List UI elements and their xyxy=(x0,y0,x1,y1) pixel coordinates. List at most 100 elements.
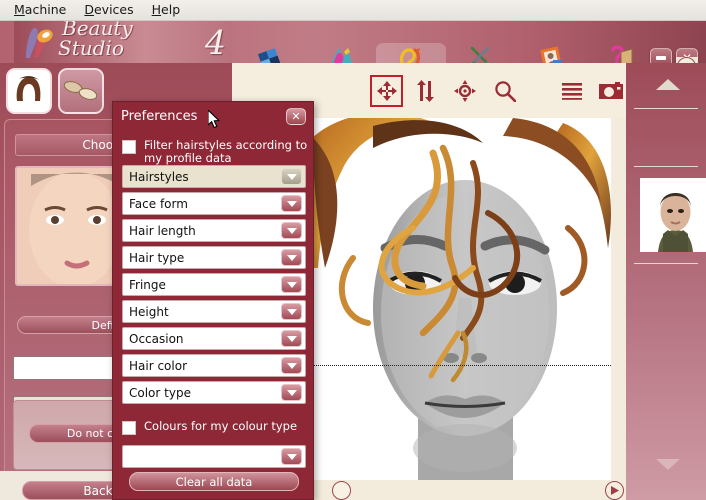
filter-hairstyles-checkbox-row[interactable]: Filter hairstyles according to my profil… xyxy=(122,139,308,165)
combo-label: Fringe xyxy=(123,278,281,292)
chevron-down-icon[interactable] xyxy=(656,459,680,470)
combo-label: Face form xyxy=(123,197,281,211)
scroll-right-button[interactable] xyxy=(605,481,624,500)
combo-label: Hairstyles xyxy=(123,170,281,184)
topnav-item-tools[interactable]: Tools xyxy=(446,43,516,63)
combo-hair-type[interactable]: Hair type xyxy=(122,246,306,269)
main-image-canvas[interactable] xyxy=(310,118,611,487)
menu-mnemonic: D xyxy=(84,2,94,17)
selection-tabs xyxy=(6,68,104,114)
chevron-down-icon[interactable] xyxy=(281,222,302,239)
top-navigation: Project Profile xyxy=(236,42,656,63)
profile-icon xyxy=(326,44,356,63)
print-icon xyxy=(536,44,566,63)
crosshair-target-icon xyxy=(454,80,476,102)
styled-portrait-image xyxy=(313,118,611,487)
up-down-arrows-icon xyxy=(416,80,436,102)
chevron-down-icon[interactable] xyxy=(281,168,302,185)
menu-label: elp xyxy=(161,2,180,17)
zoom-tool[interactable] xyxy=(490,77,519,105)
chevron-down-icon[interactable] xyxy=(281,249,302,266)
combo-fringe[interactable]: Fringe xyxy=(122,273,306,296)
minimize-glyph xyxy=(656,56,666,60)
close-glyph: ✕ xyxy=(291,110,300,123)
flip-tool[interactable] xyxy=(411,77,440,105)
help-icon xyxy=(606,44,636,63)
glasses-tab[interactable] xyxy=(58,68,104,114)
menu-mnemonic: H xyxy=(152,2,161,17)
right-panel xyxy=(626,63,706,500)
colours-for-colour-type-label: Colours for my colour type xyxy=(144,420,297,433)
filter-hairstyles-label: Filter hairstyles according to my profil… xyxy=(144,139,308,165)
hairstyle-thumbnail-icon xyxy=(9,71,49,111)
chevron-down-icon[interactable] xyxy=(281,357,302,374)
application-window: Machine Devices Help Beauty Studio 4 xyxy=(0,0,706,500)
brand-logo-strip: Beauty Studio 4 xyxy=(14,21,232,63)
combo-hair-color[interactable]: Hair color xyxy=(122,354,306,377)
chevron-down-icon[interactable] xyxy=(281,195,302,212)
magnifier-icon xyxy=(494,80,516,102)
portrait-thumbnail-image xyxy=(640,178,706,252)
horizontal-scroll-thumb[interactable] xyxy=(332,481,351,500)
menubar: Machine Devices Help xyxy=(0,0,706,21)
portrait-thumbnail[interactable] xyxy=(640,178,706,252)
menu-mnemonic: M xyxy=(14,2,25,17)
chevron-down-icon[interactable] xyxy=(281,303,302,320)
chevron-down-icon[interactable] xyxy=(281,448,302,465)
colours-for-colour-type-checkbox[interactable] xyxy=(122,421,136,435)
combo-colour-palette[interactable] xyxy=(122,445,306,468)
combo-occasion[interactable]: Occasion xyxy=(122,327,306,350)
beauty-studio-logo-icon xyxy=(20,24,58,62)
chevron-down-icon[interactable] xyxy=(281,384,302,401)
menu-label: achine xyxy=(25,2,67,17)
combo-label: Hair length xyxy=(123,224,281,238)
divider xyxy=(634,166,698,167)
combo-label: Height xyxy=(123,305,281,319)
menu-item-help[interactable]: Help xyxy=(144,0,189,20)
minimize-button[interactable] xyxy=(650,48,672,63)
styling-icon xyxy=(396,44,426,63)
brand-version-number: 4 xyxy=(205,23,226,62)
topnav-item-print[interactable]: Print xyxy=(516,43,586,63)
combo-face-form[interactable]: Face form xyxy=(122,192,306,215)
hairstyle-tab[interactable] xyxy=(6,68,52,114)
combo-color-type[interactable]: Color type xyxy=(122,381,306,404)
combo-label: Hair type xyxy=(123,251,281,265)
combo-label: Occasion xyxy=(123,332,281,346)
colours-for-colour-type-checkbox-row[interactable]: Colours for my colour type xyxy=(122,420,308,435)
center-tool[interactable] xyxy=(451,77,480,105)
dialog-close-button[interactable]: ✕ xyxy=(286,108,306,125)
move-tool[interactable] xyxy=(372,77,401,105)
topnav-item-profile[interactable]: Profile xyxy=(306,43,376,63)
arrow-right-icon xyxy=(611,486,619,495)
tools-icon xyxy=(466,44,496,63)
preferences-dialog: Preferences ✕ Filter hairstyles accordin… xyxy=(112,101,314,500)
combo-label: Hair color xyxy=(123,359,281,373)
camera-icon xyxy=(599,82,623,100)
combo-hairstyles[interactable]: Hairstyles xyxy=(122,165,306,188)
menu-label: evices xyxy=(94,2,134,17)
menu-item-devices[interactable]: Devices xyxy=(76,0,141,20)
title-band: Beauty Studio 4 Project xyxy=(0,21,706,63)
divider xyxy=(634,263,698,264)
combo-height[interactable]: Height xyxy=(122,300,306,323)
chevron-up-icon[interactable] xyxy=(656,79,680,90)
move-arrows-icon xyxy=(376,80,398,102)
divider xyxy=(634,108,698,109)
chevron-down-icon[interactable] xyxy=(281,330,302,347)
combo-label: Color type xyxy=(123,386,281,400)
chevron-down-icon[interactable] xyxy=(281,276,302,293)
hamburger-menu-icon xyxy=(561,82,583,100)
topnav-item-help[interactable]: Help xyxy=(586,43,656,63)
dialog-title: Preferences xyxy=(121,109,197,124)
camera-tool[interactable] xyxy=(597,77,626,105)
filter-hairstyles-checkbox[interactable] xyxy=(122,140,136,154)
alignment-guide-line xyxy=(310,365,611,366)
combo-hair-length[interactable]: Hair length xyxy=(122,219,306,242)
menu-tool[interactable] xyxy=(557,77,586,105)
project-icon xyxy=(256,44,286,63)
topnav-item-styling[interactable]: Styling xyxy=(376,43,446,63)
topnav-item-project[interactable]: Project xyxy=(236,43,306,63)
menu-item-machine[interactable]: Machine xyxy=(6,0,74,20)
clear-all-data-button[interactable]: Clear all data xyxy=(129,472,299,491)
